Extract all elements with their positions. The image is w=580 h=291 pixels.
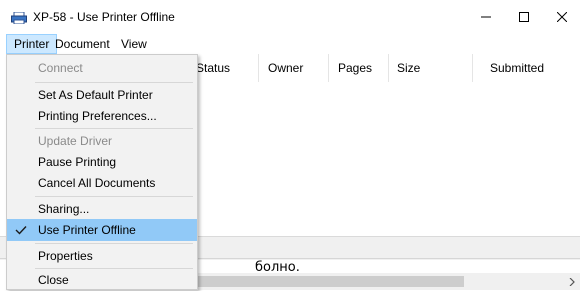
- horizontal-scrollbar[interactable]: [194, 273, 580, 290]
- window-title: XP-58 - Use Printer Offline: [33, 10, 175, 24]
- column-header-submitted[interactable]: Submitted: [488, 54, 576, 82]
- menu-item-pause-printing[interactable]: Pause Printing: [7, 151, 197, 173]
- scrollbar-thumb[interactable]: [194, 276, 464, 287]
- menu-item-update-driver[interactable]: Update Driver: [7, 130, 197, 152]
- menu-item-cancel-all[interactable]: Cancel All Documents: [7, 172, 197, 194]
- menu-item-printing-preferences[interactable]: Printing Preferences...: [7, 105, 197, 127]
- title-bar[interactable]: XP-58 - Use Printer Offline: [0, 0, 580, 34]
- column-header-size[interactable]: Size: [395, 54, 473, 82]
- column-header-status[interactable]: Status: [194, 54, 259, 82]
- menu-separator: [35, 82, 193, 83]
- menu-document[interactable]: Document: [48, 34, 117, 54]
- menu-item-connect[interactable]: Connect: [7, 57, 197, 79]
- chevron-right-icon: [569, 277, 575, 286]
- menu-item-use-offline[interactable]: Use Printer Offline: [7, 219, 197, 241]
- menu-separator: [35, 243, 193, 244]
- close-icon: [557, 12, 567, 22]
- column-header-owner[interactable]: Owner: [266, 54, 329, 82]
- scroll-right-button[interactable]: [566, 273, 578, 290]
- checkmark-icon: [15, 219, 29, 241]
- close-button[interactable]: [540, 0, 580, 34]
- menu-item-sharing[interactable]: Sharing...: [7, 198, 197, 220]
- printer-menu-dropdown: Connect Set As Default Printer Printing …: [6, 54, 198, 290]
- maximize-icon: [519, 12, 529, 22]
- menu-separator: [35, 196, 193, 197]
- printer-icon: [11, 11, 27, 25]
- background-text: болно.: [255, 260, 300, 275]
- menu-item-properties[interactable]: Properties: [7, 245, 197, 267]
- column-header-pages[interactable]: Pages: [336, 54, 389, 82]
- menu-separator: [35, 128, 193, 129]
- menu-item-set-default[interactable]: Set As Default Printer: [7, 84, 197, 106]
- menu-bar: Printer Document View: [0, 34, 580, 54]
- minimize-icon: [481, 16, 491, 18]
- menu-item-label: Use Printer Offline: [38, 223, 136, 237]
- menu-view[interactable]: View: [114, 34, 154, 54]
